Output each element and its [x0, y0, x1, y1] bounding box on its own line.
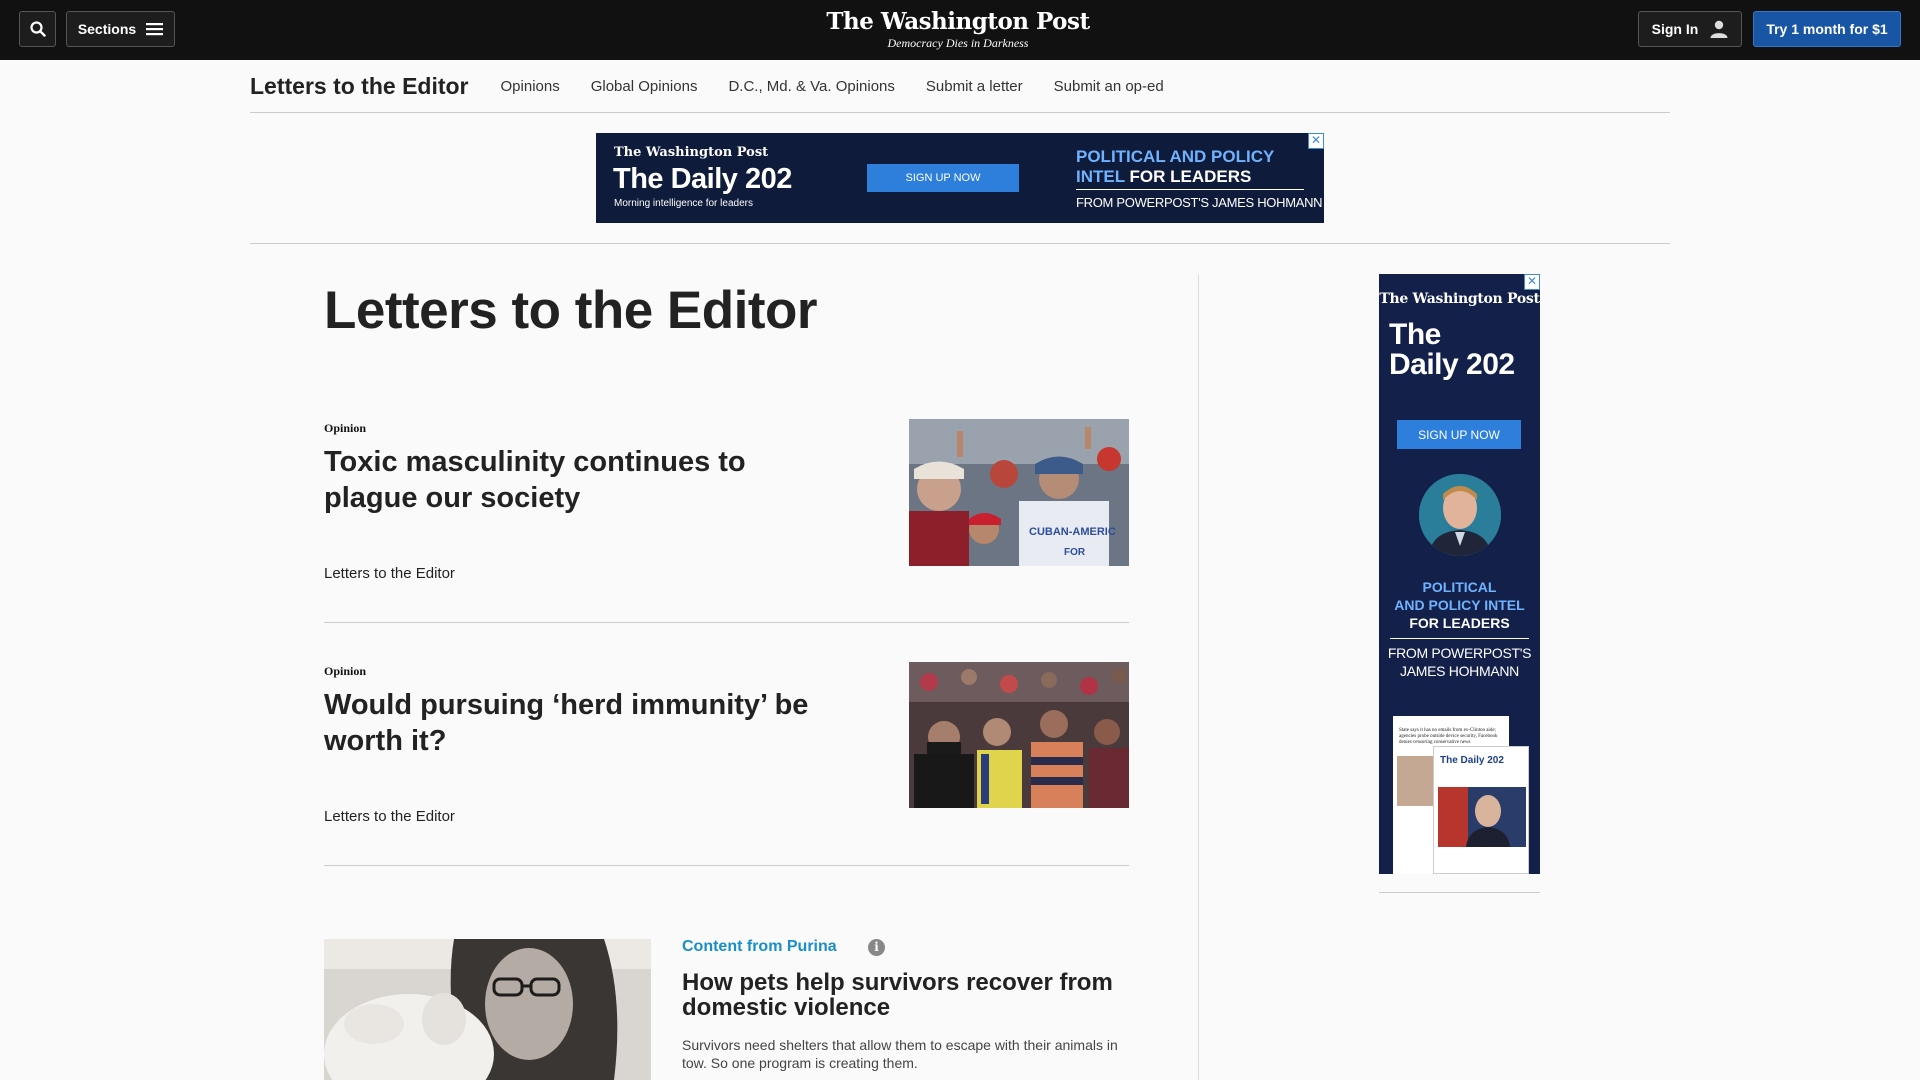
article-headline[interactable]: Toxic masculinity continues to plague ou…	[324, 444, 844, 516]
image-sign-text-2: FOR	[1064, 547, 1086, 558]
article-thumbnail[interactable]	[909, 662, 1129, 808]
ad-line-3: FOR LEADERS	[1409, 615, 1510, 631]
search-icon	[29, 21, 46, 37]
article-thumbnail[interactable]: CUBAN-AMERIC FOR	[909, 419, 1129, 566]
ad-line-2: AND POLICY INTEL	[1394, 597, 1525, 613]
politician-photo-image	[1438, 787, 1526, 847]
ad-line-1: POLITICAL	[1422, 579, 1497, 595]
ad-brand: The Washington Post	[614, 145, 769, 160]
ad-signup-button[interactable]: SIGN UP NOW	[867, 164, 1019, 192]
article-byline[interactable]: Letters to the Editor	[324, 808, 455, 825]
rally-crowd-image: CUBAN-AMERIC FOR	[909, 419, 1129, 566]
ad-headline-intel: INTEL	[1076, 167, 1125, 186]
ad-headline: POLITICAL AND POLICY INTEL FOR LEADERS	[1076, 147, 1274, 187]
top-bar: Sections The Washington Post Democracy D…	[0, 0, 1920, 60]
ad-footer-line-1: FROM POWERPOST'S	[1387, 645, 1532, 661]
user-icon	[1710, 20, 1728, 38]
sign-in-button[interactable]: Sign In	[1638, 11, 1742, 47]
nav-link-local-opinions[interactable]: D.C., Md. & Va. Opinions	[728, 78, 894, 95]
article-item: Opinion Would pursuing ‘herd immunity’ b…	[324, 661, 1129, 866]
article-headline[interactable]: Would pursuing ‘herd immunity’ be worth …	[324, 687, 844, 759]
article-item: Opinion Toxic masculinity continues to p…	[324, 418, 1129, 623]
person-portrait-image	[1419, 474, 1501, 556]
divider	[1379, 892, 1540, 893]
search-button[interactable]	[19, 11, 56, 47]
newsletter-preview-photo	[1397, 756, 1433, 806]
ad-product: The Daily 202	[1389, 320, 1515, 380]
nav-link-submit-letter[interactable]: Submit a letter	[926, 78, 1023, 95]
nav-link-opinions[interactable]: Opinions	[501, 78, 560, 95]
site-logo[interactable]: The Washington Post Democracy Dies in Da…	[810, 8, 1106, 51]
ad-footer: FROM POWERPOST'S JAMES HOHMANN	[1076, 195, 1323, 210]
ad-tagline: Morning intelligence for leaders	[614, 198, 753, 209]
ad-headline-line-1: POLITICAL AND POLICY	[1076, 147, 1275, 166]
woman-with-pet-image	[324, 939, 651, 1080]
ad-product: The Daily 202	[613, 163, 792, 195]
sponsor-label[interactable]: Content from Purina	[682, 938, 837, 956]
sections-label: Sections	[77, 21, 137, 37]
close-icon[interactable]: ✕	[1524, 274, 1540, 290]
hamburger-icon	[146, 23, 164, 36]
subscribe-button[interactable]: Try 1 month for $1	[1753, 11, 1901, 47]
article-kicker: Opinion	[324, 664, 367, 678]
info-icon[interactable]: i	[868, 939, 885, 956]
column-divider	[1198, 274, 1199, 1080]
divider	[250, 243, 1670, 244]
close-icon[interactable]: ✕	[1308, 133, 1324, 149]
ad-headline-line-2: INTEL FOR LEADERS	[1076, 167, 1274, 187]
section-nav: Letters to the Editor Opinions Global Op…	[250, 60, 1670, 113]
sign-in-label: Sign In	[1651, 21, 1699, 37]
section-title[interactable]: Letters to the Editor	[250, 73, 469, 100]
ad-product-line-1: The	[1389, 318, 1441, 351]
ad-rule	[1390, 638, 1529, 639]
crowd-masks-image	[909, 662, 1129, 808]
ad-headline-leaders: FOR LEADERS	[1129, 167, 1252, 186]
sponsored-image[interactable]	[324, 939, 651, 1080]
newsletter-preview-photo	[1438, 787, 1526, 847]
ad-signup-button[interactable]: SIGN UP NOW	[1397, 420, 1521, 449]
ad-product-line-2: Daily 202	[1389, 348, 1515, 381]
ad-footer: FROM POWERPOST'S JAMES HOHMANN	[1379, 644, 1540, 680]
sidebar-ad[interactable]: The Washington Post The Daily 202 SIGN U…	[1379, 274, 1540, 874]
nav-link-submit-oped[interactable]: Submit an op-ed	[1054, 78, 1164, 95]
logo-tagline: Democracy Dies in Darkness	[887, 36, 1029, 50]
sections-menu-button[interactable]: Sections	[66, 11, 175, 47]
image-sign-text: CUBAN-AMERIC	[1029, 526, 1116, 538]
article-byline[interactable]: Letters to the Editor	[324, 565, 455, 582]
ad-brand: The Washington Post	[1379, 291, 1540, 307]
banner-ad[interactable]: The Washington Post The Daily 202 Mornin…	[596, 133, 1324, 223]
newsletter-preview-headline: State says it has no emails from ex-Clin…	[1399, 728, 1498, 745]
columnist-avatar	[1419, 474, 1501, 556]
newsletter-preview-front: The Daily 202	[1433, 746, 1529, 874]
logo-wordmark: The Washington Post	[826, 8, 1090, 35]
article-kicker: Opinion	[324, 421, 367, 435]
page-title: Letters to the Editor	[324, 281, 818, 340]
sponsored-description: Survivors need shelters that allow them …	[682, 1037, 1118, 1071]
ad-headline: POLITICAL AND POLICY INTEL FOR LEADERS	[1379, 578, 1540, 632]
ad-footer-line-2: JAMES HOHMANN	[1400, 663, 1519, 679]
sponsored-headline[interactable]: How pets help survivors recover from dom…	[682, 970, 1122, 1020]
newsletter-preview-title: The Daily 202	[1440, 755, 1504, 766]
ad-rule	[1076, 189, 1304, 190]
nav-link-global-opinions[interactable]: Global Opinions	[591, 78, 698, 95]
